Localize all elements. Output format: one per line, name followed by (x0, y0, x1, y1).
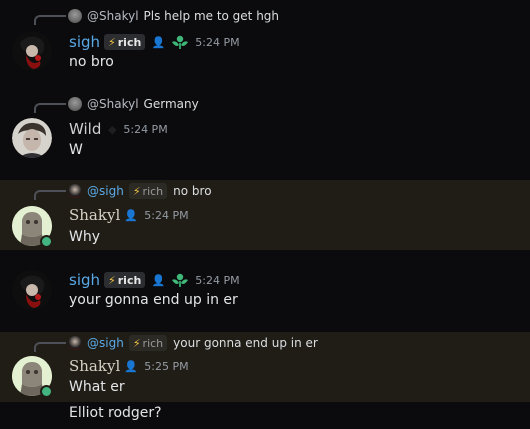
status-indicator (40, 385, 53, 398)
message-text: Why (69, 229, 101, 245)
reply-avatar (68, 97, 82, 111)
message-text: no bro (69, 54, 114, 70)
reply-connector (34, 103, 66, 113)
message-sigh-1: @Shakyl Pls help me to get hgh sigh ⚡ ric… (0, 0, 530, 84)
timestamp: 5:25 PM (144, 359, 189, 373)
reply-author[interactable]: @sigh (87, 184, 124, 198)
reply-preview[interactable]: @Shakyl Pls help me to get hgh (68, 7, 279, 25)
reply-avatar (68, 184, 82, 198)
reply-author[interactable]: @sigh (87, 336, 124, 350)
lightning-bolt-icon: ⚡ (132, 184, 141, 198)
username[interactable]: Wild (69, 120, 101, 138)
avatar[interactable] (12, 270, 52, 310)
username[interactable]: Shakyl (69, 206, 120, 224)
username[interactable]: sigh (69, 271, 100, 289)
timestamp: 5:24 PM (123, 122, 168, 136)
person-icon: 👤 (124, 359, 139, 373)
reply-connector (34, 342, 66, 352)
message-header: Shakyl 👤 5:25 PM (69, 357, 189, 375)
reply-preview[interactable]: @sigh ⚡ rich no bro (68, 182, 212, 200)
message-header: Shakyl 👤 5:24 PM (69, 206, 189, 224)
message-header: sigh ⚡ rich 👤 5:24 PM (69, 271, 240, 289)
message-text: your gonna end up in er (69, 292, 238, 308)
reply-connector (34, 15, 66, 25)
reply-author[interactable]: @Shakyl (87, 9, 139, 23)
lightning-bolt-icon: ⚡ (132, 336, 141, 350)
reply-author[interactable]: @Shakyl (87, 97, 139, 111)
person-icon: 👤 (124, 208, 139, 222)
person-icon: 👤 (151, 273, 166, 287)
guild-tag[interactable]: ⚡ rich (104, 272, 146, 288)
message-header: sigh ⚡ rich 👤 5:24 PM (69, 33, 240, 51)
guild-tag[interactable]: ⚡ rich (104, 34, 146, 50)
username[interactable]: sigh (69, 33, 100, 51)
dot-icon: ◆ (108, 122, 117, 136)
reply-text: no bro (173, 184, 212, 198)
reply-preview[interactable]: @sigh ⚡ rich your gonna end up in er (68, 334, 318, 352)
message-shakyl-2: @sigh ⚡ rich your gonna end up in er Shak… (0, 332, 530, 402)
green-leaf-badge-icon (172, 273, 189, 287)
reply-preview[interactable]: @Shakyl Germany (68, 95, 199, 113)
timestamp: 5:24 PM (195, 273, 240, 287)
message-header: Wild ◆ 5:24 PM (69, 120, 168, 138)
timestamp: 5:24 PM (195, 35, 240, 49)
message-text-continuation: Elliot rodger? (69, 405, 162, 421)
person-icon: 👤 (151, 35, 166, 49)
avatar[interactable] (12, 118, 52, 158)
message-sigh-2: sigh ⚡ rich 👤 5:24 PM your gonna end up i… (0, 250, 530, 330)
reply-text: Pls help me to get hgh (143, 9, 280, 23)
timestamp: 5:24 PM (144, 208, 189, 222)
guild-tag[interactable]: ⚡ rich (128, 335, 168, 351)
message-text: W (69, 142, 83, 158)
message-text: What er (69, 379, 125, 395)
reply-avatar (68, 336, 82, 350)
message-shakyl-1: @sigh ⚡ rich no bro Shakyl 👤 5:24 PM Why (0, 180, 530, 250)
lightning-bolt-icon: ⚡ (108, 35, 116, 49)
reply-avatar (68, 9, 82, 23)
green-leaf-badge-icon (172, 35, 189, 49)
guild-tag[interactable]: ⚡ rich (128, 183, 168, 199)
reply-text: Germany (143, 97, 199, 111)
reply-connector (34, 190, 66, 200)
status-indicator (40, 235, 53, 248)
lightning-bolt-icon: ⚡ (108, 273, 116, 287)
message-wild: @Shakyl Germany Wild ◆ 5:24 PM W (0, 84, 530, 178)
avatar[interactable] (12, 31, 52, 71)
username[interactable]: Shakyl (69, 357, 120, 375)
reply-text: your gonna end up in er (173, 336, 318, 350)
